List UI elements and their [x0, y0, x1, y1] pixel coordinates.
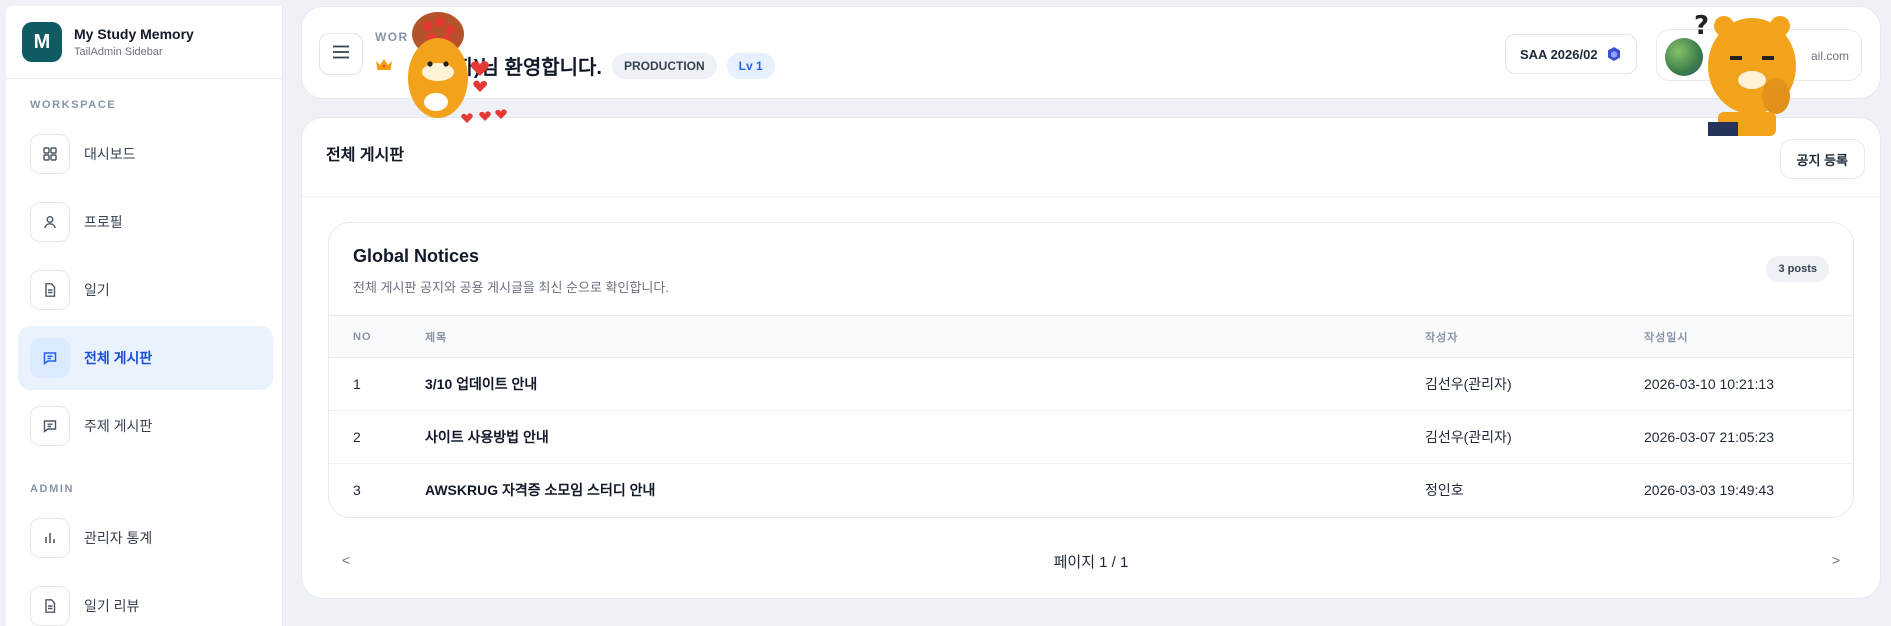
hamburger-icon [332, 45, 350, 64]
sidebar-item-diary-review[interactable]: 일기 리뷰 [18, 574, 273, 626]
table-header-row: NO 제목 작성자 작성일시 [329, 315, 1853, 358]
column-header-author: 작성자 [1425, 331, 1459, 344]
sidebar-item-label: 전체 게시판 [84, 350, 153, 366]
section-label-workspace: WORKSPACE [30, 99, 117, 111]
column-header-no: NO [353, 330, 372, 343]
row-title[interactable]: 3/10 업데이트 안내 [425, 358, 1425, 411]
row-title[interactable]: 사이트 사용방법 안내 [425, 411, 1425, 464]
row-no: 3 [353, 482, 361, 499]
brand-subtitle: TailAdmin Sidebar [74, 46, 163, 58]
pagination: < 페이지 1 / 1 > [328, 542, 1854, 578]
notices-subtitle: 전체 게시판 공지와 공용 게시글을 최신 순으로 확인합니다. [353, 280, 669, 295]
user-email: ail.com [1810, 49, 1849, 63]
grid-icon [30, 134, 70, 174]
column-header-date: 작성일시 [1644, 331, 1689, 344]
row-date: 2026-03-10 10:21:13 [1644, 376, 1774, 392]
notices-title: Global Notices [353, 246, 480, 266]
row-title[interactable]: AWSKRUG 자격증 소모임 스터디 안내 [425, 464, 1425, 517]
next-page-button[interactable]: > [1818, 542, 1854, 578]
menu-toggle-button[interactable] [319, 33, 363, 75]
sidebar-item-profile[interactable]: 프로필 [18, 190, 273, 254]
row-no: 2 [353, 429, 361, 445]
table-row[interactable]: 3 AWSKRUG 자격증 소모임 스터디 안내 정인호 2026-03-03 … [329, 464, 1853, 517]
user-icon [30, 202, 70, 242]
row-author: 김선우(관리자) [1425, 429, 1512, 445]
add-notice-button[interactable]: 공지 등록 [1779, 139, 1865, 179]
notices-panel: Global Notices 전체 게시판 공지와 공용 게시글을 최신 순으로… [328, 222, 1854, 518]
document-icon [30, 586, 70, 626]
row-author: 김선우(관리자) [1425, 376, 1512, 392]
bear-with-hearts-sticker [400, 6, 512, 139]
top-header: WOR 리자)님 환영합니다. PRODUCTION Lv 1 SAA 2026… [301, 6, 1881, 99]
brand: M My Study Memory TailAdmin Sidebar [6, 6, 282, 79]
bar-chart-icon [30, 518, 70, 558]
chat-icon [30, 338, 70, 378]
sidebar-item-label: 일기 [84, 282, 110, 298]
brand-logo: M [22, 22, 62, 62]
row-date: 2026-03-03 19:49:43 [1644, 482, 1774, 499]
cert-label: SAA 2026/02 [1520, 46, 1598, 62]
chat-icon [30, 406, 70, 446]
column-header-title: 제목 [425, 331, 448, 344]
sidebar-item-dashboard[interactable]: 대시보드 [18, 122, 273, 186]
level-badge: Lv 1 [726, 52, 775, 79]
page-title: 전체 게시판 [326, 147, 405, 164]
sidebar-item-admin-stats[interactable]: 관리자 통계 [18, 506, 273, 570]
table-row[interactable]: 1 3/10 업데이트 안내 김선우(관리자) 2026-03-10 10:21… [329, 358, 1853, 411]
document-icon [30, 270, 70, 310]
row-date: 2026-03-07 21:05:23 [1644, 429, 1774, 445]
svg-text:?: ? [1694, 11, 1709, 41]
sidebar-item-label: 대시보드 [84, 146, 136, 162]
bear-thinking-sticker: ? [1688, 4, 1800, 141]
sidebar-item-topic-board[interactable]: 주제 게시판 [18, 394, 273, 458]
sidebar-item-diary[interactable]: 일기 [18, 258, 273, 322]
sidebar-item-label: 관리자 통계 [84, 530, 153, 546]
cert-selector[interactable]: SAA 2026/02 [1505, 34, 1637, 74]
row-author: 정인호 [1425, 482, 1464, 499]
board-card: 전체 게시판 공지 등록 Global Notices 전체 게시판 공지와 공… [301, 117, 1881, 599]
section-label-admin: ADMIN [30, 483, 75, 495]
divider [302, 196, 1880, 197]
posts-table: NO 제목 작성자 작성일시 1 3/10 업데이트 안내 김선우(관리자) 2… [329, 315, 1853, 517]
sidebar: M My Study Memory TailAdmin Sidebar WORK… [6, 6, 283, 626]
row-no: 1 [353, 376, 361, 392]
brand-title: My Study Memory [74, 26, 194, 42]
posts-count-badge: 3 posts [1766, 256, 1829, 282]
page-indicator: 페이지 1 / 1 [1053, 554, 1129, 571]
sidebar-item-label: 주제 게시판 [84, 418, 153, 434]
sidebar-item-label: 프로필 [84, 214, 123, 230]
hexagon-badge-icon [1606, 46, 1622, 62]
env-badge: PRODUCTION [611, 52, 717, 79]
sidebar-item-all-board[interactable]: 전체 게시판 [18, 326, 273, 390]
crown-icon [375, 57, 393, 75]
sidebar-item-label: 일기 리뷰 [84, 598, 140, 614]
table-row[interactable]: 2 사이트 사용방법 안내 김선우(관리자) 2026-03-07 21:05:… [329, 411, 1853, 464]
